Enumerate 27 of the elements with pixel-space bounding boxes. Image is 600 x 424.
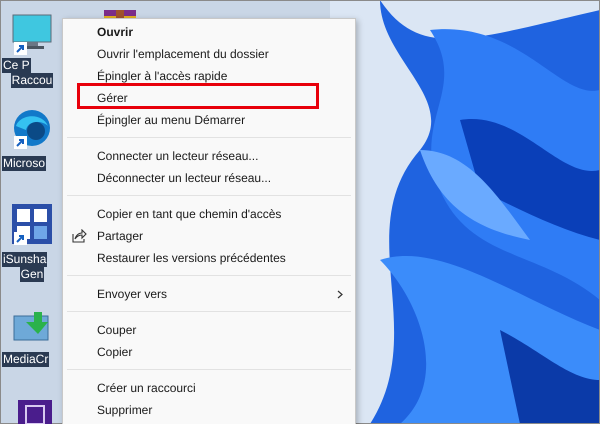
desktop-icon-label: Ce P xyxy=(2,58,31,73)
desktop-icon-label: Microso xyxy=(2,156,46,171)
menu-item[interactable]: Épingler à l'accès rapide xyxy=(63,65,355,87)
menu-item[interactable]: Ouvrir l'emplacement du dossier xyxy=(63,43,355,65)
menu-item[interactable]: Ouvrir xyxy=(63,21,355,43)
app-icon[interactable] xyxy=(12,204,52,244)
menu-item[interactable]: Couper xyxy=(63,319,355,341)
menu-item[interactable]: Créer un raccourci xyxy=(63,377,355,399)
chevron-icon xyxy=(337,290,343,298)
desktop-icon-label: Raccou xyxy=(10,73,54,88)
desktop-icon-label: iSunsha xyxy=(2,252,48,267)
desktop-icon-label: MediaCr xyxy=(2,352,50,367)
menu-item[interactable]: Copier en tant que chemin d'accès xyxy=(63,203,355,225)
menu-item[interactable]: Supprimer xyxy=(63,399,355,421)
monitor-icon[interactable] xyxy=(12,14,52,50)
app-icon[interactable] xyxy=(18,400,52,424)
menu-item[interactable]: Restaurer les versions précédentes xyxy=(63,247,355,269)
menu-item[interactable]: Épingler au menu Démarrer xyxy=(63,109,355,131)
menu-item[interactable]: Copier xyxy=(63,341,355,363)
menu-item[interactable]: Partager xyxy=(63,225,355,247)
app-icon[interactable] xyxy=(12,108,52,148)
menu-item[interactable]: Gérer xyxy=(63,87,355,109)
menu-item[interactable]: Déconnecter un lecteur réseau... xyxy=(63,167,355,189)
menu-item[interactable]: Envoyer vers xyxy=(63,283,355,305)
menu-item[interactable]: Connecter un lecteur réseau... xyxy=(63,145,355,167)
share-icon xyxy=(72,229,87,243)
desktop-icon-label: Gen xyxy=(20,267,44,282)
